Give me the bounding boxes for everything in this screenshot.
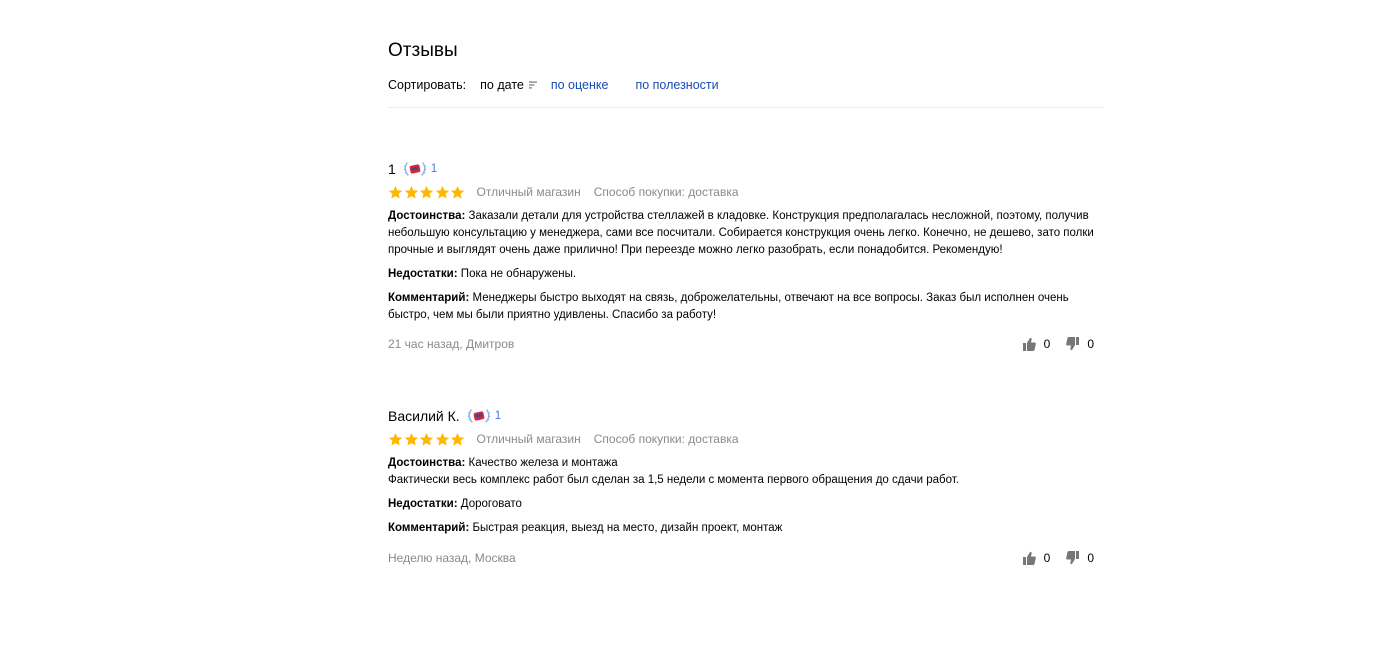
review-pros: Достоинства: Качество железа и монтажа Фа… — [388, 455, 1104, 489]
shop-rating-text: Отличный магазин — [476, 432, 581, 446]
thumbs-up-icon — [1022, 551, 1036, 565]
sort-by-date-label: по дате — [480, 78, 524, 92]
star-icon — [419, 432, 434, 445]
review-card: 1 1 Отличный магазин Способ покупки: дос… — [388, 160, 1104, 324]
badge-count: 1 — [494, 410, 502, 422]
laurel-badge-icon — [467, 409, 491, 423]
star-icon — [450, 432, 465, 445]
review-author: 1 1 — [388, 160, 1104, 178]
star-icon — [404, 185, 418, 198]
review-author: Василий К. 1 — [388, 407, 1104, 425]
cons-label: Недостатки: — [388, 268, 458, 280]
review-date-location: Неделю назад, Москва — [388, 551, 516, 565]
like-count: 0 — [1043, 337, 1051, 351]
sort-by-rating-link[interactable]: по оценке — [551, 78, 609, 92]
reviewer-badge: 1 — [466, 408, 501, 424]
dislike-count: 0 — [1087, 337, 1094, 351]
like-count: 0 — [1043, 551, 1051, 565]
rating-stars — [388, 432, 466, 447]
sort-order-icon — [528, 78, 537, 92]
review-cons: Недостатки: Пока не обнаружены. — [388, 266, 1104, 283]
star-icon — [404, 432, 418, 445]
pros-text: Качество железа и монтажа — [468, 457, 618, 469]
dislike-count: 0 — [1087, 551, 1094, 565]
comment-text: Менеджеры быстро выходят на связь, добро… — [388, 292, 1069, 321]
badge-count: 1 — [430, 163, 438, 175]
comment-text: Быстрая реакция, выезд на место, дизайн … — [472, 522, 783, 534]
cons-label: Недостатки: — [388, 498, 458, 510]
review-cons: Недостатки: Дороговато — [388, 496, 1104, 513]
like-button[interactable]: 0 — [1022, 551, 1051, 565]
review-votes: 0 0 — [1022, 337, 1094, 351]
author-name[interactable]: 1 — [388, 161, 396, 177]
star-icon — [388, 185, 403, 198]
sort-bar: Сортировать: по дате по оценке по полезн… — [388, 78, 719, 92]
pros-label: Достоинства: — [388, 210, 466, 222]
pros-extra-text: Фактически весь комплекс работ был сдела… — [388, 474, 959, 486]
star-icon — [450, 185, 465, 198]
review-footer: Неделю назад, Москва 0 0 — [388, 551, 1104, 565]
star-icon — [435, 432, 449, 445]
section-title: Отзывы — [388, 40, 458, 61]
shop-rating-text: Отличный магазин — [476, 185, 581, 199]
thumbs-up-icon — [1022, 337, 1036, 351]
star-icon — [435, 185, 449, 198]
review-card: Василий К. 1 Отличный магазин Способ пок… — [388, 407, 1104, 537]
sort-by-date-option[interactable]: по дате — [480, 78, 551, 92]
pros-text: Заказали детали для устройства стеллажей… — [388, 210, 1094, 256]
star-icon — [388, 432, 403, 445]
review-pros: Достоинства: Заказали детали для устройс… — [388, 208, 1104, 259]
star-icon — [419, 185, 434, 198]
rating-stars — [388, 185, 466, 200]
sort-label: Сортировать: — [388, 78, 467, 92]
thumbs-down-icon — [1066, 551, 1080, 565]
review-meta: Отличный магазин Способ покупки: доставк… — [388, 184, 1104, 200]
like-button[interactable]: 0 — [1022, 337, 1051, 351]
cons-text: Пока не обнаружены. — [460, 268, 577, 280]
dislike-button[interactable]: 0 — [1066, 551, 1094, 565]
comment-label: Комментарий: — [388, 292, 470, 304]
thumbs-down-icon — [1066, 337, 1080, 351]
purchase-method: Способ покупки: доставка — [593, 185, 739, 199]
author-name[interactable]: Василий К. — [388, 408, 460, 424]
laurel-badge-icon — [403, 162, 427, 176]
reviewer-badge: 1 — [402, 161, 437, 177]
review-date-location: 21 час назад, Дмитров — [388, 337, 515, 351]
comment-label: Комментарий: — [388, 522, 470, 534]
review-footer: 21 час назад, Дмитров 0 0 — [388, 337, 1104, 351]
purchase-method: Способ покупки: доставка — [593, 432, 739, 446]
pros-label: Достоинства: — [388, 457, 466, 469]
review-votes: 0 0 — [1022, 551, 1094, 565]
divider — [388, 107, 1104, 108]
review-comment: Комментарий: Менеджеры быстро выходят на… — [388, 290, 1104, 324]
sort-by-usefulness-link[interactable]: по полезности — [635, 78, 718, 92]
cons-text: Дороговато — [460, 498, 522, 510]
review-meta: Отличный магазин Способ покупки: доставк… — [388, 431, 1104, 447]
dislike-button[interactable]: 0 — [1066, 337, 1094, 351]
review-comment: Комментарий: Быстрая реакция, выезд на м… — [388, 520, 1104, 537]
